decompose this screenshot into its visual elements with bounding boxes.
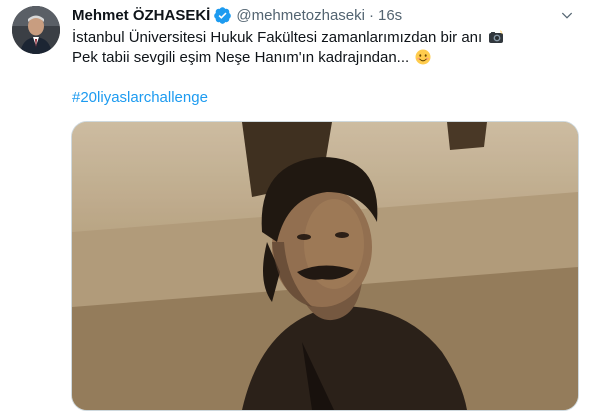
verified-badge-icon [213, 6, 232, 25]
chevron-down-icon [561, 12, 573, 19]
author-handle[interactable]: @mehmetozhaseki [236, 7, 365, 24]
separator-dot: · [368, 6, 374, 24]
tweet-text-line-1: İstanbul Üniversitesi Hukuk Fakültesi za… [72, 29, 483, 46]
tweet-content: Mehmet ÖZHASEKİ @mehmetozhaseki · 16s İs… [72, 4, 577, 108]
avatar[interactable] [12, 6, 60, 54]
smiling-face-emoji-icon [415, 49, 431, 65]
more-options-button[interactable] [557, 6, 577, 26]
tweet-text: İstanbul Üniversitesi Hukuk Fakültesi za… [72, 28, 577, 108]
tweet-timestamp[interactable]: 16s [378, 7, 402, 24]
camera-with-flash-emoji-icon [488, 29, 504, 45]
tweet-text-line-2: Pek tabii sevgili eşim Neşe Hanım'ın kad… [72, 49, 410, 66]
author-display-name[interactable]: Mehmet ÖZHASEKİ [72, 7, 210, 24]
tweet-header: Mehmet ÖZHASEKİ @mehmetozhaseki · 16s [72, 4, 577, 26]
tweet-media-photo[interactable] [71, 121, 579, 411]
sepia-portrait-photo-icon [72, 122, 578, 410]
tweet-text-line: Pek tabii sevgili eşim Neşe Hanım'ın kad… [72, 48, 577, 68]
tweet-text-line: İstanbul Üniversitesi Hukuk Fakültesi za… [72, 28, 577, 48]
hashtag-link[interactable]: #20liyaslarchallenge [72, 88, 577, 108]
tweet[interactable]: Mehmet ÖZHASEKİ @mehmetozhaseki · 16s İs… [0, 0, 593, 413]
